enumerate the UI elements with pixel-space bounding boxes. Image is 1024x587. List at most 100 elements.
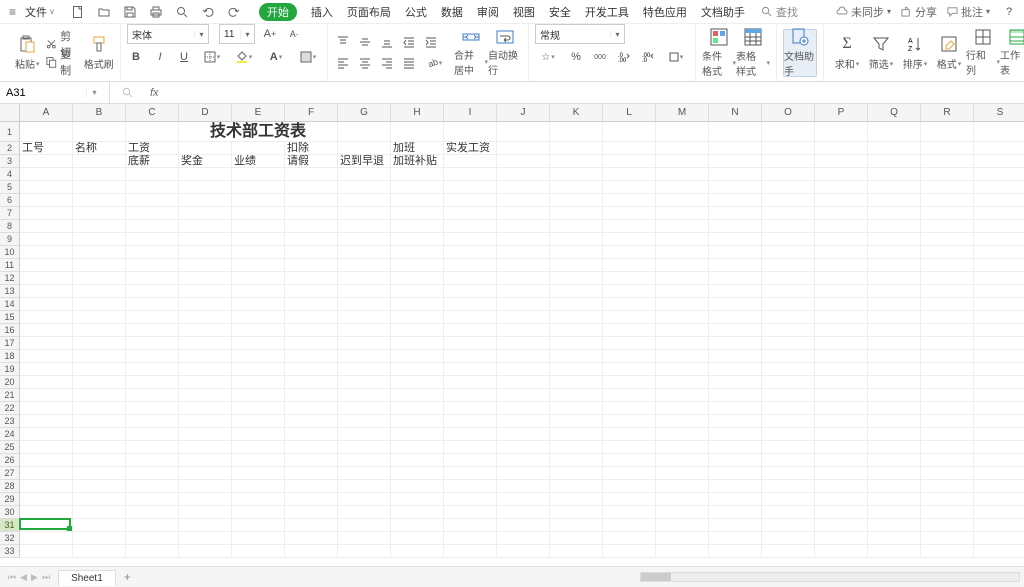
cell[interactable] [656, 155, 709, 168]
cell[interactable] [391, 389, 444, 402]
sync-button[interactable]: 未同步 ▾ [836, 4, 891, 20]
cell[interactable] [868, 441, 921, 454]
cell[interactable] [709, 350, 762, 363]
cell[interactable] [179, 480, 232, 493]
cell[interactable] [338, 207, 391, 220]
cell[interactable] [444, 324, 497, 337]
cell[interactable] [921, 246, 974, 259]
cell[interactable] [656, 337, 709, 350]
row-header[interactable]: 2 [0, 142, 20, 155]
cell[interactable] [974, 415, 1024, 428]
cell[interactable] [285, 467, 338, 480]
align-bottom-icon[interactable] [378, 33, 396, 51]
cell[interactable] [497, 519, 550, 532]
cell[interactable]: 名称 [73, 142, 126, 155]
cell[interactable] [285, 337, 338, 350]
cell[interactable] [921, 122, 974, 142]
next-sheet-icon[interactable]: ▶ [31, 572, 38, 583]
tab-view[interactable]: 视图 [513, 4, 535, 20]
font-color-icon[interactable]: A▾ [263, 48, 289, 66]
cell[interactable] [444, 233, 497, 246]
cell[interactable] [73, 272, 126, 285]
cell[interactable] [391, 454, 444, 467]
cell[interactable] [179, 506, 232, 519]
cell[interactable] [603, 324, 656, 337]
cell[interactable] [974, 376, 1024, 389]
cell[interactable] [550, 194, 603, 207]
percent-icon[interactable]: % [567, 48, 585, 66]
cell[interactable] [232, 454, 285, 467]
cell[interactable] [20, 233, 73, 246]
cell[interactable] [179, 259, 232, 272]
sheet-tab[interactable]: Sheet1 [58, 570, 116, 586]
cell[interactable] [73, 207, 126, 220]
cell[interactable] [20, 122, 73, 142]
row-header[interactable]: 26 [0, 454, 20, 467]
cell[interactable] [656, 122, 709, 142]
cell[interactable]: 底薪 [126, 155, 179, 168]
cell[interactable] [285, 545, 338, 558]
row-header[interactable]: 27 [0, 467, 20, 480]
col-header[interactable]: E [232, 104, 285, 122]
cell[interactable] [974, 324, 1024, 337]
name-box[interactable]: ▾ [0, 82, 110, 103]
cell[interactable] [550, 142, 603, 155]
cell[interactable] [126, 298, 179, 311]
cell[interactable] [497, 272, 550, 285]
row-header[interactable]: 29 [0, 493, 20, 506]
cell[interactable] [656, 285, 709, 298]
cell[interactable] [497, 389, 550, 402]
cell[interactable] [974, 428, 1024, 441]
cell[interactable] [285, 532, 338, 545]
cell[interactable] [338, 389, 391, 402]
cell[interactable] [974, 194, 1024, 207]
cell[interactable] [179, 493, 232, 506]
cell[interactable] [391, 298, 444, 311]
cell[interactable] [126, 402, 179, 415]
cell[interactable] [921, 272, 974, 285]
cell[interactable] [550, 415, 603, 428]
cell[interactable] [179, 168, 232, 181]
row-header[interactable]: 33 [0, 545, 20, 558]
cell[interactable] [656, 545, 709, 558]
cell[interactable] [73, 480, 126, 493]
cell[interactable] [603, 415, 656, 428]
cell[interactable] [444, 389, 497, 402]
cell[interactable] [656, 428, 709, 441]
cell[interactable] [921, 233, 974, 246]
cell[interactable] [444, 350, 497, 363]
cell[interactable] [656, 233, 709, 246]
decrease-decimal-icon[interactable]: .0.00 [615, 48, 633, 66]
cell[interactable] [73, 311, 126, 324]
cell[interactable] [815, 298, 868, 311]
cell[interactable] [921, 324, 974, 337]
cell[interactable]: 技术部工资表 [179, 122, 338, 142]
cell[interactable] [974, 207, 1024, 220]
cell[interactable] [444, 246, 497, 259]
cell[interactable] [921, 376, 974, 389]
redo-icon[interactable] [225, 3, 243, 21]
new-doc-icon[interactable] [69, 3, 87, 21]
cell[interactable] [444, 428, 497, 441]
cell[interactable] [285, 415, 338, 428]
col-header[interactable]: G [338, 104, 391, 122]
cell[interactable] [232, 480, 285, 493]
cell[interactable] [179, 350, 232, 363]
cell[interactable] [868, 168, 921, 181]
cell[interactable] [974, 285, 1024, 298]
cell[interactable] [868, 246, 921, 259]
cell[interactable] [73, 285, 126, 298]
cell[interactable] [603, 350, 656, 363]
cell[interactable] [762, 298, 815, 311]
cell[interactable] [179, 194, 232, 207]
thousand-icon[interactable]: 000 [591, 48, 609, 66]
cell[interactable] [550, 168, 603, 181]
cell[interactable] [232, 337, 285, 350]
rowcol-button[interactable]: 行和列▾ [966, 29, 1000, 77]
cell[interactable] [656, 142, 709, 155]
cell[interactable] [73, 155, 126, 168]
cell[interactable] [285, 181, 338, 194]
col-header[interactable]: B [73, 104, 126, 122]
cell[interactable] [285, 454, 338, 467]
cell[interactable] [391, 324, 444, 337]
